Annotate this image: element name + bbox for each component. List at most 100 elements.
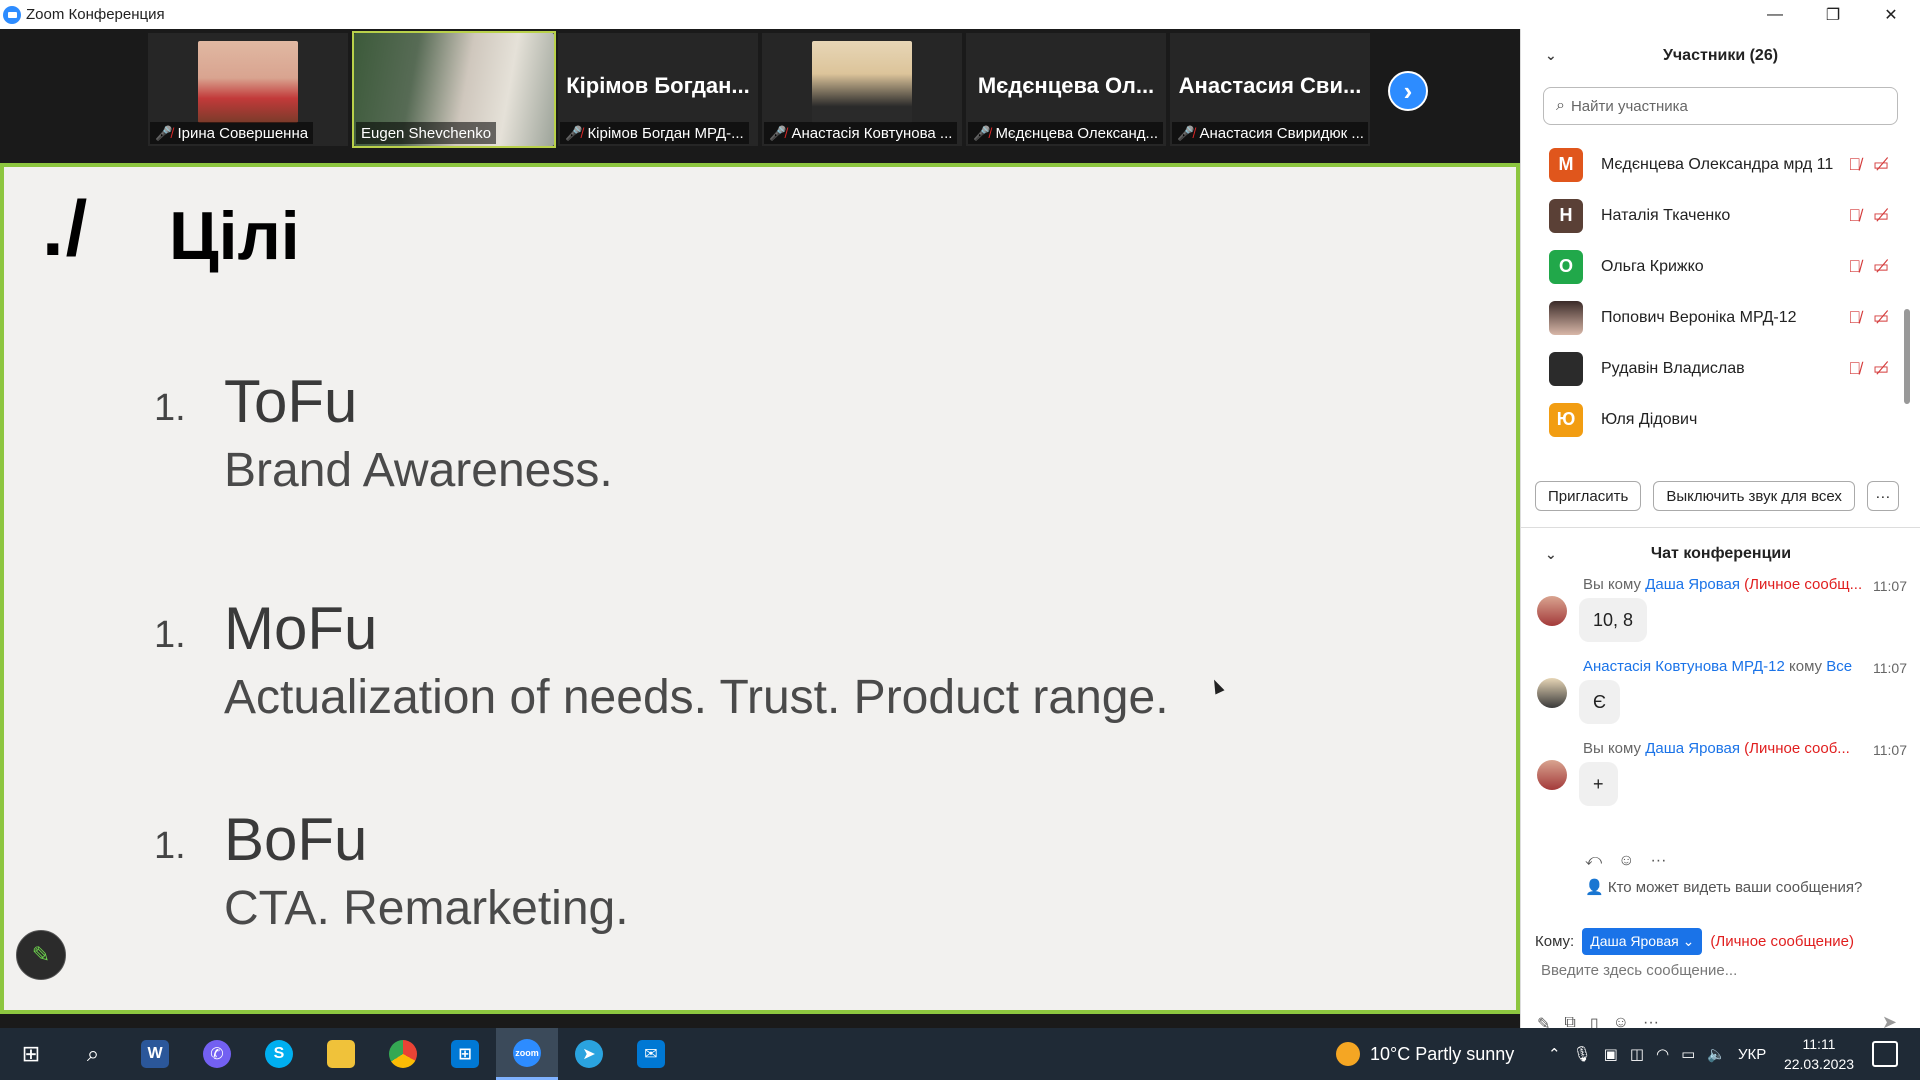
recipient-link[interactable]: Даша Яровая bbox=[1645, 740, 1740, 757]
avatar: Н bbox=[1549, 198, 1583, 233]
telegram-icon[interactable]: ➤ bbox=[558, 1028, 620, 1080]
volume-icon[interactable]: 🔈 bbox=[1707, 1045, 1726, 1063]
search-icon[interactable]: ⌕ bbox=[62, 1028, 124, 1080]
participant-name: Кірімов Богдан МРД-... bbox=[587, 124, 744, 142]
video-thumbnail[interactable]: 🎤̸ Ірина Совершенна bbox=[148, 33, 348, 146]
more-options-button[interactable]: ··· bbox=[1866, 481, 1899, 511]
notification-center-icon[interactable] bbox=[1872, 1041, 1898, 1067]
chevron-down-icon[interactable]: ⌄ bbox=[1545, 47, 1557, 64]
word-icon[interactable]: W bbox=[124, 1028, 186, 1080]
window-title: Zoom Конференция bbox=[26, 6, 165, 23]
chrome-icon[interactable] bbox=[372, 1028, 434, 1080]
zoom-icon[interactable]: zoom bbox=[496, 1028, 558, 1080]
mic-muted-icon: 🎤̸ bbox=[973, 124, 991, 141]
participant-actions: Пригласить Выключить звук для всех ··· bbox=[1535, 481, 1899, 511]
viber-icon[interactable]: ✆ bbox=[186, 1028, 248, 1080]
participant-name: Анастасія Ковтунова ... bbox=[791, 124, 953, 142]
file-explorer-icon[interactable] bbox=[310, 1028, 372, 1080]
video-off-icon: ▭̸ bbox=[1872, 257, 1889, 276]
participant-row[interactable]: Рудавін Владислав 🎙̸ ▭̸ bbox=[1521, 343, 1913, 394]
annotate-pencil-icon[interactable]: ✎ bbox=[16, 930, 66, 980]
chat-header: ⌄ Чат конференции bbox=[1521, 534, 1920, 574]
participant-row[interactable]: Попович Вероніка МРД-12 🎙̸ ▭̸ bbox=[1521, 292, 1913, 343]
item-subtext: Actualization of needs. Trust. Product r… bbox=[224, 671, 1169, 724]
windows-start-icon[interactable]: ⊞ bbox=[0, 1028, 62, 1080]
mic-muted-icon: 🎤̸ bbox=[565, 124, 583, 141]
mouse-cursor-icon bbox=[1209, 677, 1225, 695]
zoom-icon bbox=[3, 5, 21, 24]
chevron-down-icon[interactable]: ⌄ bbox=[1545, 546, 1557, 563]
recipient-link[interactable]: Все bbox=[1826, 658, 1852, 675]
battery-icon[interactable]: ▭ bbox=[1681, 1045, 1695, 1063]
meet-now-icon[interactable]: ▣ bbox=[1604, 1045, 1618, 1063]
avatar: М bbox=[1549, 147, 1583, 182]
mic-muted-icon: 🎙̸ bbox=[1848, 155, 1861, 174]
item-number: 1. bbox=[154, 614, 186, 656]
add-reaction-icon[interactable]: ☺ bbox=[1618, 852, 1634, 870]
video-thumbnail[interactable]: 🎤̸ Анастасія Ковтунова ... bbox=[762, 33, 962, 146]
video-thumbnail-active-speaker[interactable]: Eugen Shevchenko bbox=[352, 31, 556, 148]
participant-row[interactable]: М Мєдєнцева Олександра мрд 11 🎙̸ ▭̸ bbox=[1521, 139, 1913, 190]
sender-link[interactable]: Анастасія Ковтунова МРД-12 bbox=[1583, 658, 1785, 675]
video-off-icon: ▭̸ bbox=[1872, 359, 1889, 378]
participant-row[interactable]: О Ольга Крижко 🎙̸ ▭̸ bbox=[1521, 241, 1913, 292]
mute-all-button[interactable]: Выключить звук для всех bbox=[1653, 481, 1855, 511]
video-thumbnail[interactable]: Кірімов Богдан... 🎤̸ Кірімов Богдан МРД-.… bbox=[558, 33, 758, 146]
video-thumbnail-strip: 🎤̸ Ірина Совершенна Eugen Shevchenko Кірі… bbox=[0, 29, 1520, 163]
video-thumbnail[interactable]: Мєдєнцева Ол... 🎤̸ Мєдєнцева Олександ... bbox=[966, 33, 1166, 146]
participant-list: М Мєдєнцева Олександра мрд 11 🎙̸ ▭̸ Н Нат… bbox=[1521, 139, 1913, 470]
message-bubble: Є bbox=[1579, 680, 1620, 724]
next-page-icon[interactable]: › bbox=[1388, 71, 1428, 111]
mic-muted-icon: 🎙̸ bbox=[1848, 257, 1861, 276]
participants-scrollbar[interactable] bbox=[1904, 309, 1910, 404]
participants-title: Участники (26) bbox=[1662, 47, 1779, 64]
to-label: Кому: bbox=[1535, 933, 1575, 950]
recipient-link[interactable]: Даша Яровая bbox=[1645, 576, 1740, 593]
person-lock-icon: 👤 bbox=[1585, 879, 1604, 896]
message-input[interactable]: Введите здесь сообщение... bbox=[1541, 962, 1737, 979]
who-can-see-info[interactable]: 👤 Кто может видеть ваши сообщения? bbox=[1585, 878, 1862, 896]
divider bbox=[1521, 527, 1920, 528]
title-bar: Zoom Конференция — ❐ ✕ bbox=[0, 0, 1920, 29]
restore-button[interactable]: ❐ bbox=[1804, 0, 1862, 29]
recipient-dropdown[interactable]: Даша Яровая ⌄ bbox=[1582, 928, 1703, 955]
participant-video bbox=[198, 41, 298, 123]
mail-icon[interactable]: ✉ bbox=[620, 1028, 682, 1080]
slide-mark: ./ bbox=[42, 184, 90, 272]
participant-row[interactable]: Н Наталія Ткаченко 🎙̸ ▭̸ bbox=[1521, 190, 1913, 241]
video-thumbnail[interactable]: Анастасия Сви... 🎤̸ Анастасия Свиридюк ..… bbox=[1170, 33, 1370, 146]
taskbar: ⊞ ⌕ W ✆ S ⊞ zoom ➤ ✉ 10°C Partly sunny ⌃… bbox=[0, 1028, 1920, 1080]
participant-name: Анастасия Свиридюк ... bbox=[1199, 124, 1364, 142]
avatar bbox=[1549, 300, 1583, 335]
chat-title: Чат конференции bbox=[1650, 545, 1792, 562]
participant-big-name: Мєдєнцева Ол... bbox=[977, 73, 1155, 98]
message-meta: Вы кому Даша Яровая (Личное сооб... bbox=[1583, 740, 1850, 757]
microphone-icon[interactable]: 🎙 bbox=[1573, 1045, 1592, 1063]
item-subtext: Brand Awareness. bbox=[224, 444, 613, 497]
participant-name: Eugen Shevchenko bbox=[361, 124, 492, 142]
wifi-icon[interactable]: ◠ bbox=[1656, 1045, 1669, 1063]
participant-name: Ольга Крижко bbox=[1601, 257, 1704, 275]
weather-widget[interactable]: 10°C Partly sunny bbox=[1336, 1028, 1514, 1080]
camera-icon[interactable]: ◫ bbox=[1630, 1045, 1644, 1063]
mic-muted-icon: 🎙̸ bbox=[1848, 206, 1861, 225]
minimize-button[interactable]: — bbox=[1746, 0, 1804, 29]
invite-button[interactable]: Пригласить bbox=[1535, 481, 1642, 511]
avatar bbox=[1537, 596, 1567, 626]
store-icon[interactable]: ⊞ bbox=[434, 1028, 496, 1080]
language-indicator[interactable]: УКР bbox=[1738, 1046, 1766, 1063]
more-icon[interactable]: ··· bbox=[1650, 852, 1666, 870]
reply-icon[interactable]: ⤺ bbox=[1585, 852, 1602, 870]
video-off-icon: ▭̸ bbox=[1872, 308, 1889, 327]
mic-muted-icon: 🎤̸ bbox=[1177, 124, 1195, 141]
avatar bbox=[1537, 760, 1567, 790]
clock[interactable]: 11:11 22.03.2023 bbox=[1774, 1034, 1864, 1074]
chevron-up-icon[interactable]: ⌃ bbox=[1548, 1045, 1561, 1063]
skype-icon[interactable]: S bbox=[248, 1028, 310, 1080]
participant-name: Юля Дідович bbox=[1601, 410, 1698, 428]
close-button[interactable]: ✕ bbox=[1862, 0, 1920, 29]
participant-row[interactable]: Ю Юля Дідович bbox=[1521, 394, 1913, 445]
participant-search-input[interactable]: ⌕ Найти участника bbox=[1543, 87, 1898, 125]
message-bubble: 10, 8 bbox=[1579, 598, 1648, 642]
participant-name: Мєдєнцева Олександра мрд 11 bbox=[1601, 155, 1834, 173]
